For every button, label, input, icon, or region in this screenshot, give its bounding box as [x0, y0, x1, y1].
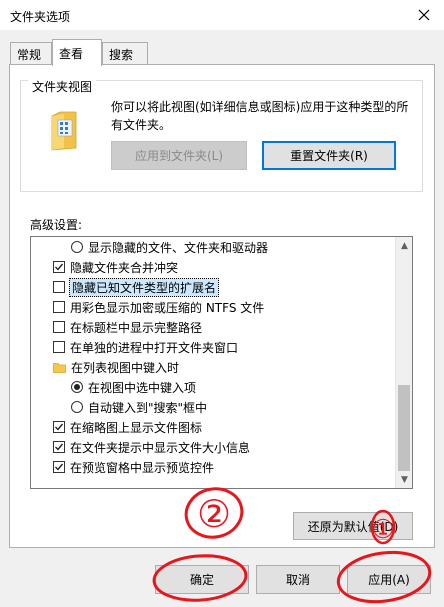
list-item-label: 在单独的进程中打开文件夹窗口	[70, 340, 239, 355]
folder-view-description: 你可以将此视图(如详细信息或图标)应用于这种类型的所有文件夹。	[111, 100, 409, 132]
list-item-label: 在视图中选中键入项	[88, 380, 197, 395]
checkbox[interactable]	[53, 301, 65, 313]
scroll-down-arrow-icon[interactable]: ▼	[396, 471, 412, 488]
list-item[interactable]: 显示隐藏的文件、文件夹和驱动器	[71, 237, 268, 257]
list-item[interactable]: 在预览窗格中显示预览控件	[53, 457, 214, 477]
checkmark-icon	[55, 443, 64, 451]
list-item-label: 在缩略图上显示文件图标	[70, 420, 203, 435]
apply-button[interactable]: 应用(A)	[347, 565, 431, 594]
list-item-label: 隐藏文件夹合并冲突	[70, 260, 179, 275]
list-item[interactable]: 在标题栏中显示完整路径	[53, 317, 202, 337]
title-bar: 文件夹选项	[0, 0, 444, 30]
list-item[interactable]: 用彩色显示加密或压缩的 NTFS 文件	[53, 297, 264, 317]
list-item[interactable]: 在文件夹提示中显示文件大小信息	[53, 437, 250, 457]
list-item[interactable]: 在缩略图上显示文件图标	[53, 417, 202, 437]
list-item-label: 在文件夹提示中显示文件大小信息	[70, 440, 251, 455]
advanced-settings-list[interactable]: 显示隐藏的文件、文件夹和驱动器 隐藏文件夹合并冲突 隐藏已知文件类型的扩展名 用…	[30, 236, 413, 489]
list-item[interactable]: 隐藏文件夹合并冲突	[53, 257, 178, 277]
checkbox[interactable]	[53, 441, 65, 453]
folder-view-group	[20, 80, 423, 192]
radio-button[interactable]	[71, 241, 83, 253]
list-item-label: 在标题栏中显示完整路径	[70, 320, 203, 335]
scroll-up-arrow-icon[interactable]: ▲	[396, 237, 412, 254]
list-item-label: 用彩色显示加密或压缩的 NTFS 文件	[70, 300, 265, 315]
reset-folders-button[interactable]: 重置文件夹(R)	[262, 141, 396, 170]
tab-view[interactable]: 查看	[52, 39, 102, 66]
checkmark-icon	[55, 263, 64, 271]
list-item-label: 在列表视图中键入时	[71, 360, 180, 375]
list-item[interactable]: 自动键入到"搜索"框中	[71, 397, 207, 417]
checkbox[interactable]	[53, 261, 65, 273]
list-item-selected[interactable]: 隐藏已知文件类型的扩展名	[53, 277, 220, 297]
checkmark-icon	[55, 463, 64, 471]
window-title: 文件夹选项	[10, 10, 71, 24]
list-item-group: 在列表视图中键入时	[53, 357, 179, 377]
checkbox[interactable]	[53, 461, 65, 473]
list-item-label: 显示隐藏的文件、文件夹和驱动器	[88, 240, 269, 255]
list-item-label: 在预览窗格中显示预览控件	[70, 460, 215, 475]
checkbox[interactable]	[53, 421, 65, 433]
close-button[interactable]	[404, 0, 444, 30]
list-item[interactable]: 在单独的进程中打开文件夹窗口	[53, 337, 238, 357]
folder-icon	[53, 362, 66, 373]
radio-button[interactable]	[71, 401, 83, 413]
apply-to-folders-button[interactable]: 应用到文件夹(L)	[111, 141, 247, 170]
restore-defaults-button[interactable]: 还原为默认值(D)	[293, 512, 413, 540]
tab-general[interactable]: 常规	[10, 42, 52, 64]
scroll-thumb[interactable]	[398, 385, 410, 471]
list-item-label: 隐藏已知文件类型的扩展名	[69, 277, 220, 297]
vertical-scrollbar[interactable]: ▲ ▼	[395, 237, 412, 488]
list-item[interactable]: 在视图中选中键入项	[71, 377, 196, 397]
checkbox[interactable]	[53, 321, 65, 333]
list-item-label: 自动键入到"搜索"框中	[88, 400, 208, 415]
advanced-settings-label: 高级设置:	[30, 218, 83, 232]
folder-view-icon	[51, 111, 77, 151]
ok-button[interactable]: 确定	[155, 565, 249, 594]
radio-button[interactable]	[71, 381, 83, 393]
folder-view-title: 文件夹视图	[28, 78, 97, 95]
cancel-button[interactable]: 取消	[256, 565, 340, 594]
checkbox[interactable]	[53, 281, 65, 293]
close-icon	[418, 9, 430, 21]
checkbox[interactable]	[53, 341, 65, 353]
checkmark-icon	[55, 423, 64, 431]
tab-search[interactable]: 搜索	[102, 42, 148, 64]
